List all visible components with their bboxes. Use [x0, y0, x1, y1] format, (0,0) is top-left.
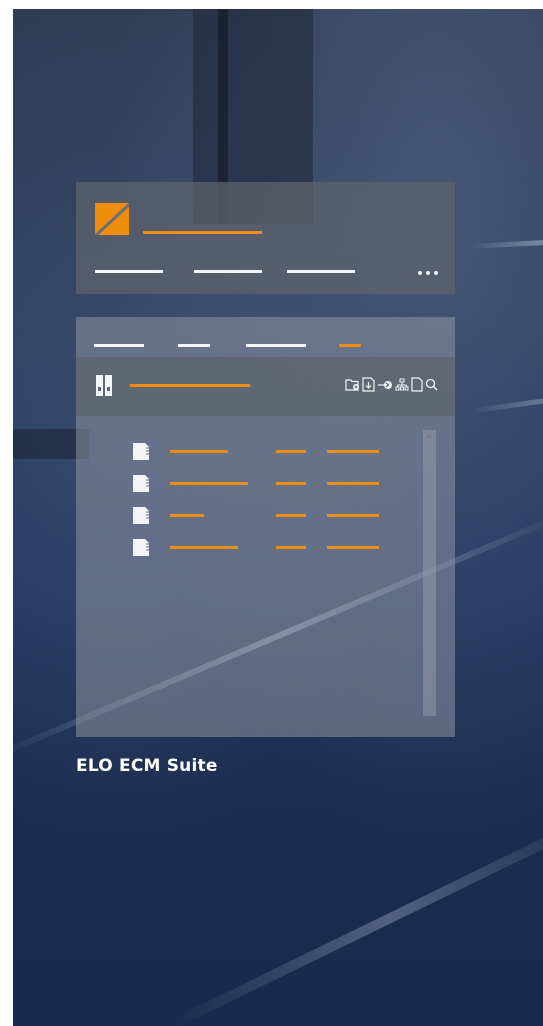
- more-dots-icon[interactable]: [418, 271, 438, 275]
- background-light-streak: [170, 809, 543, 1026]
- item-name: [170, 450, 228, 453]
- nav-item-2[interactable]: [194, 270, 262, 273]
- nav-item-1[interactable]: [95, 270, 163, 273]
- hierarchy-icon[interactable]: [395, 378, 409, 392]
- insert-document-icon[interactable]: [362, 377, 375, 392]
- new-folder-icon[interactable]: [345, 378, 360, 391]
- document-list: [76, 416, 455, 737]
- archive-binder-icon: [96, 375, 112, 396]
- archive-title-placeholder: [130, 384, 250, 387]
- background-light-streak: [467, 389, 543, 414]
- scroll-up-icon[interactable]: [426, 434, 432, 438]
- item-date: [276, 482, 306, 485]
- list-item[interactable]: [76, 538, 416, 558]
- background-light-streak: [467, 236, 543, 249]
- scroll-down-icon[interactable]: [426, 708, 432, 712]
- search-icon[interactable]: [425, 378, 438, 391]
- document-icon: [133, 539, 149, 556]
- toolbar-actions: [345, 377, 438, 392]
- list-item[interactable]: [76, 442, 416, 462]
- item-date: [276, 546, 306, 549]
- new-document-icon[interactable]: [411, 377, 423, 392]
- tab-3[interactable]: [246, 344, 306, 347]
- app-header-card: [76, 182, 455, 294]
- item-name: [170, 482, 248, 485]
- app-title-placeholder: [143, 231, 262, 234]
- item-date: [276, 450, 306, 453]
- tab-4-active[interactable]: [339, 344, 361, 347]
- repository-toolbar: [76, 357, 455, 416]
- item-name: [170, 546, 238, 549]
- document-icon: [133, 475, 149, 492]
- move-to-icon[interactable]: [377, 379, 393, 391]
- document-icon: [133, 443, 149, 460]
- repository-panel: [76, 317, 455, 737]
- nav-item-3[interactable]: [287, 270, 355, 273]
- item-owner: [327, 546, 379, 549]
- item-owner: [327, 514, 379, 517]
- list-item[interactable]: [76, 474, 416, 494]
- item-owner: [327, 482, 379, 485]
- elo-logo-icon: [95, 203, 129, 235]
- tab-1[interactable]: [94, 344, 144, 347]
- tab-2[interactable]: [178, 344, 210, 347]
- list-item[interactable]: [76, 506, 416, 526]
- item-name: [170, 514, 204, 517]
- item-owner: [327, 450, 379, 453]
- product-name: ELO ECM Suite: [76, 756, 218, 776]
- document-icon: [133, 507, 149, 524]
- item-date: [276, 514, 306, 517]
- vertical-scrollbar[interactable]: [423, 430, 436, 716]
